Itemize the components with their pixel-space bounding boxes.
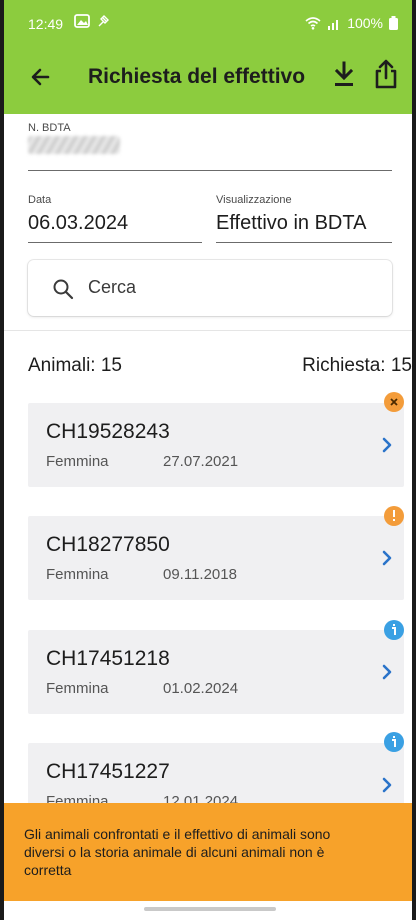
- home-gesture-handle[interactable]: [144, 907, 276, 911]
- chevron-right-icon: [382, 664, 392, 680]
- gallery-notification-icon: [74, 14, 90, 28]
- animal-date: 09.11.2018: [163, 566, 237, 583]
- animal-sex: Femmina: [46, 566, 109, 583]
- bdta-underline: [28, 170, 392, 171]
- signal-icon: [328, 19, 339, 30]
- date-label: Data: [28, 194, 52, 206]
- system-nav-bar: [4, 901, 412, 920]
- chevron-right-icon: [382, 550, 392, 566]
- date-field[interactable]: 06.03.2024: [28, 212, 128, 235]
- share-icon[interactable]: [372, 58, 400, 90]
- view-underline: [216, 242, 392, 243]
- app-bar: Richiesta del effettivo: [4, 44, 412, 114]
- animal-count: Animali: 15: [28, 355, 122, 376]
- search-icon: [53, 279, 74, 300]
- battery-level: 100%: [347, 15, 383, 31]
- chevron-right-icon: [382, 777, 392, 793]
- search-placeholder: Cerca: [88, 277, 137, 297]
- list-item[interactable]: CH18277850 Femmina 09.11.2018: [28, 516, 404, 600]
- warning-status-icon: [384, 506, 404, 526]
- list-item[interactable]: CH19528243 Femmina 27.07.2021: [28, 403, 404, 487]
- status-time: 12:49: [28, 16, 64, 32]
- error-status-icon: [384, 392, 404, 412]
- info-status-icon: [384, 732, 404, 752]
- back-arrow-icon[interactable]: [26, 62, 56, 92]
- animal-sex: Femmina: [46, 453, 109, 470]
- bdta-value-redacted[interactable]: [28, 136, 120, 154]
- animal-sex: Femmina: [46, 680, 109, 697]
- error-banner: Gli animali confrontati e il effettivo d…: [4, 803, 412, 901]
- download-icon[interactable]: [330, 60, 358, 90]
- animal-date: 27.07.2021: [163, 453, 239, 470]
- animal-id: CH17451227: [46, 760, 170, 783]
- request-form: N. BDTA Data 06.03.2024 Visualizzazione …: [4, 114, 412, 330]
- page-title: Richiesta del effettivo: [88, 65, 306, 88]
- status-bar: 12:49 100%: [4, 0, 412, 44]
- view-select[interactable]: Effettivo in BDTA: [216, 212, 366, 235]
- pin-notification-icon: [98, 15, 109, 27]
- chevron-right-icon: [382, 437, 392, 453]
- view-label: Visualizzazione: [216, 194, 292, 206]
- animal-id: CH19528243: [46, 420, 170, 443]
- counts-row: Animali: 15 Richiesta: 15: [4, 330, 412, 400]
- wifi-icon: [305, 17, 321, 30]
- animal-id: CH18277850: [46, 533, 170, 556]
- banner-text: Gli animali confrontati e il effettivo d…: [24, 826, 331, 878]
- info-status-icon: [384, 620, 404, 640]
- animal-id: CH17451218: [46, 647, 170, 670]
- screen: 12:49 100% Richiesta del effettivo N. BD…: [4, 0, 412, 920]
- header: 12:49 100% Richiesta del effettivo: [4, 0, 412, 114]
- bdta-label: N. BDTA: [28, 122, 71, 134]
- search-input[interactable]: Cerca: [28, 260, 392, 316]
- list-item[interactable]: CH17451218 Femmina 01.02.2024: [28, 630, 404, 714]
- request-count: Richiesta: 15: [302, 355, 412, 376]
- animal-date: 01.02.2024: [163, 680, 239, 697]
- battery-icon: [389, 16, 398, 30]
- date-underline: [28, 242, 202, 243]
